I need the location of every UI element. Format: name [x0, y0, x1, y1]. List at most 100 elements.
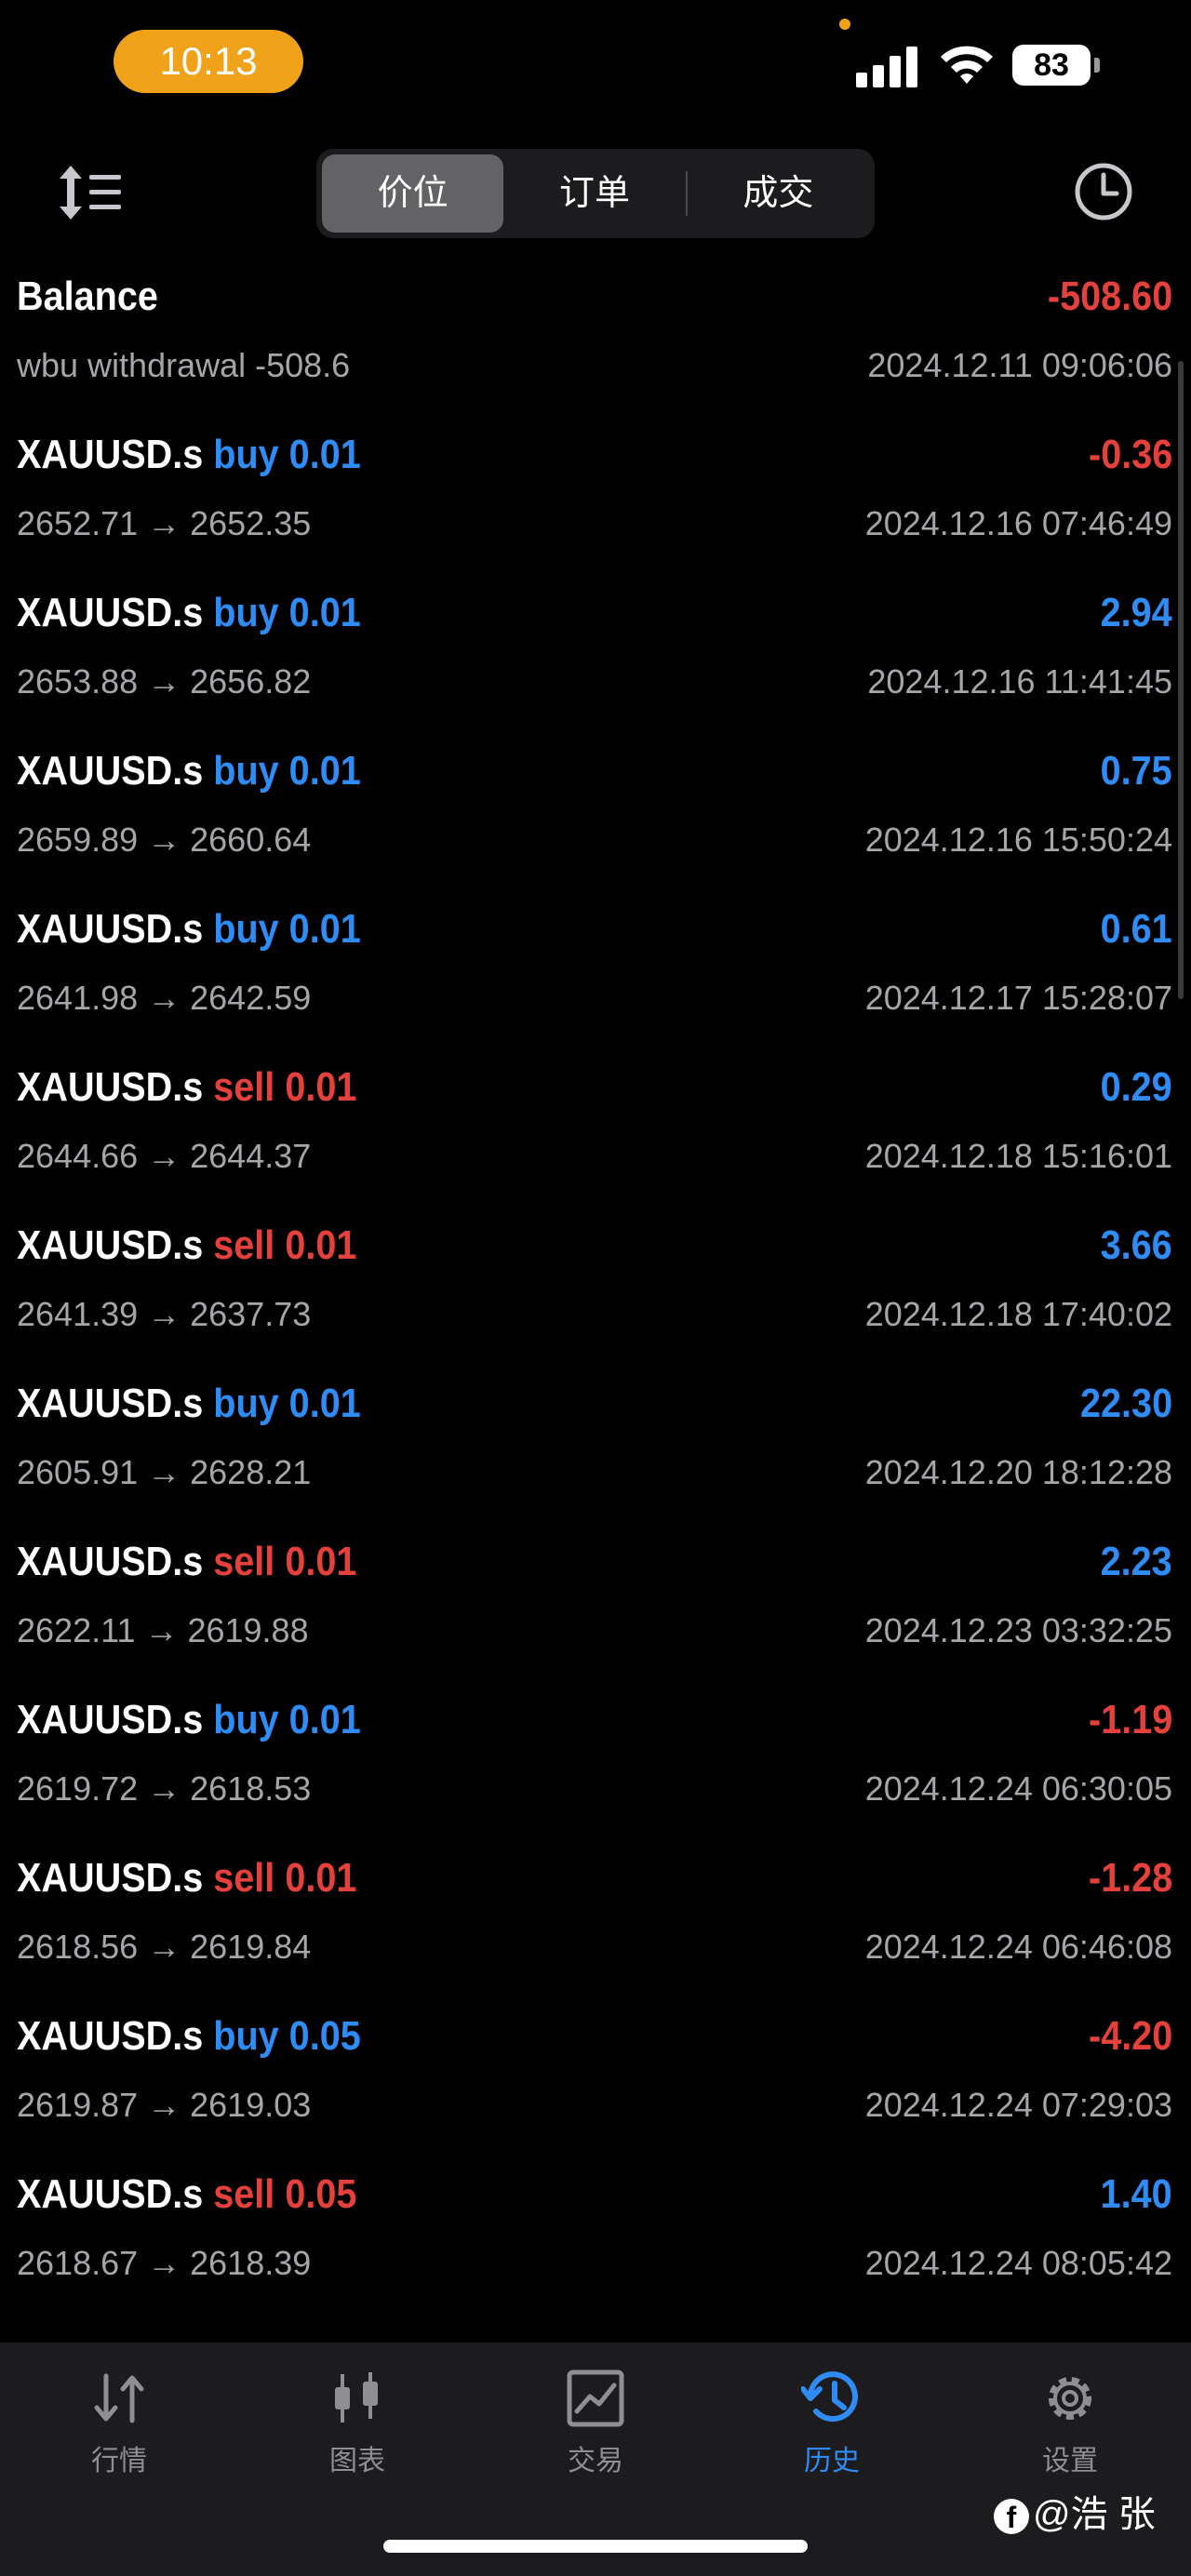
watermark-text: @浩 张 [1033, 2494, 1156, 2535]
scrollbar[interactable] [1178, 361, 1184, 999]
tab-deals[interactable]: 成交 [688, 154, 869, 233]
status-time: 10:13 [114, 30, 303, 93]
balance-row[interactable]: Balance -508.60 wbu withdrawal -508.6 2024.… [0, 270, 1191, 428]
deal-profit: 0.29 [1100, 1064, 1172, 1110]
deal-title: XAUUSD.s sell 0.01 [17, 1539, 356, 1585]
deal-time: 2024.12.18 17:40:02 [864, 1295, 1172, 1333]
deal-side: sell [213, 2171, 275, 2217]
deal-row[interactable]: XAUUSD.s sell 0.05 1.40 2618.67 → 2618.39 2… [0, 2168, 1191, 2326]
deal-title: Balance [17, 274, 158, 320]
clock-icon[interactable] [1072, 160, 1135, 223]
tab-label: 图表 [329, 2446, 385, 2476]
segmented-control: 价位 订单 成交 [316, 149, 875, 238]
deal-symbol: XAUUSD.s [17, 1064, 204, 1110]
deal-detail: 2644.66 → 2644.37 [17, 1137, 312, 1175]
tab-history[interactable]: 历史 [767, 2369, 897, 2478]
deal-side: buy [213, 590, 279, 635]
deal-symbol: XAUUSD.s [17, 432, 204, 477]
deal-profit: 22.30 [1079, 1381, 1172, 1426]
deal-row[interactable]: XAUUSD.s buy 0.01 0.75 2659.89 → 2660.64 20… [0, 744, 1191, 902]
deal-profit: -508.60 [1047, 274, 1172, 319]
deal-title: XAUUSD.s buy 0.01 [17, 590, 361, 636]
deal-side: buy [213, 1697, 279, 1742]
deal-profit: 1.40 [1100, 2171, 1172, 2217]
deal-symbol: XAUUSD.s [17, 1381, 204, 1426]
deal-profit: 0.75 [1100, 748, 1172, 794]
sort-icon[interactable] [56, 162, 125, 223]
deal-row[interactable]: XAUUSD.s buy 0.01 2.94 2653.88 → 2656.82 20… [0, 586, 1191, 744]
deal-detail: wbu withdrawal -508.6 [17, 346, 351, 384]
deal-title: XAUUSD.s buy 0.05 [17, 2013, 361, 2060]
deal-time: 2024.12.20 18:12:28 [864, 1453, 1172, 1491]
deal-row[interactable]: XAUUSD.s sell 0.01 0.29 2644.66 → 2644.37 2… [0, 1061, 1191, 1219]
deal-detail: 2641.98 → 2642.59 [17, 979, 312, 1017]
deal-volume: 0.01 [288, 748, 361, 794]
deal-time: 2024.12.24 08:05:42 [864, 2244, 1172, 2282]
deal-volume: 0.01 [285, 1855, 357, 1901]
deal-row[interactable]: XAUUSD.s buy 0.01 -0.36 2652.71 → 2652.35 2… [0, 428, 1191, 586]
deal-symbol: XAUUSD.s [17, 590, 204, 635]
deal-title: XAUUSD.s buy 0.01 [17, 1381, 361, 1427]
tab-trade[interactable]: 交易 [530, 2369, 661, 2478]
deal-volume: 0.01 [285, 1539, 357, 1584]
facebook-logo-icon: f [994, 2499, 1029, 2535]
deal-symbol: XAUUSD.s [17, 748, 204, 794]
deal-symbol: XAUUSD.s [17, 1855, 204, 1901]
deal-row[interactable]: XAUUSD.s buy 0.01 22.30 2605.91 → 2628.21 2… [0, 1377, 1191, 1535]
deal-side: buy [213, 432, 279, 477]
deal-detail: 2652.71 → 2652.35 [17, 504, 312, 542]
deal-time: 2024.12.16 15:50:24 [864, 821, 1172, 859]
deal-side: sell [213, 1222, 275, 1268]
quotes-arrows-icon [94, 2373, 144, 2423]
deal-symbol: XAUUSD.s [17, 906, 204, 952]
deal-row[interactable]: XAUUSD.s buy 0.01 -1.19 2619.72 → 2618.53 2… [0, 1693, 1191, 1851]
deal-title: XAUUSD.s buy 0.01 [17, 1697, 361, 1743]
tab-orders[interactable]: 订单 [503, 154, 685, 233]
deal-detail: 2653.88 → 2656.82 [17, 662, 312, 701]
deal-detail: 2618.56 → 2619.84 [17, 1928, 312, 1966]
deal-row[interactable]: XAUUSD.s buy 0.05 -4.20 2619.87 → 2619.03 2… [0, 2009, 1191, 2168]
deal-title: XAUUSD.s buy 0.01 [17, 906, 361, 953]
deal-row[interactable]: XAUUSD.s sell 0.01 2.23 2622.11 → 2619.88 2… [0, 1535, 1191, 1693]
wifi-icon [941, 46, 993, 84]
history-list: Balance -508.60 wbu withdrawal -508.6 2024.… [0, 270, 1191, 2326]
deal-time: 2024.12.17 15:28:07 [864, 979, 1172, 1017]
deal-time: 2024.12.24 07:29:03 [864, 2086, 1172, 2124]
tab-label: 历史 [804, 2446, 860, 2476]
deal-time: 2024.12.18 15:16:01 [864, 1137, 1172, 1175]
deal-profit: 2.23 [1100, 1539, 1172, 1584]
deal-time: 2024.12.24 06:30:05 [864, 1769, 1172, 1808]
deal-side: buy [213, 1381, 279, 1426]
deal-row[interactable]: XAUUSD.s sell 0.01 3.66 2641.39 → 2637.73 2… [0, 1219, 1191, 1377]
tab-charts[interactable]: 图表 [292, 2369, 422, 2478]
deal-profit: 2.94 [1100, 590, 1172, 635]
deal-symbol: XAUUSD.s [17, 1222, 204, 1268]
deal-symbol: XAUUSD.s [17, 2013, 204, 2059]
deal-profit: 0.61 [1100, 906, 1172, 952]
deal-volume: 0.01 [288, 590, 361, 635]
deal-symbol: XAUUSD.s [17, 2171, 204, 2217]
tab-positions[interactable]: 价位 [322, 154, 504, 233]
tab-label: 设置 [1042, 2446, 1098, 2476]
deal-time: 2024.12.11 09:06:06 [867, 346, 1172, 384]
deal-row[interactable]: XAUUSD.s buy 0.01 0.61 2641.98 → 2642.59 20… [0, 902, 1191, 1061]
deal-time: 2024.12.24 06:46:08 [864, 1928, 1172, 1966]
deal-detail: 2619.72 → 2618.53 [17, 1769, 312, 1808]
deal-volume: 0.01 [285, 1064, 357, 1110]
deal-volume: 0.01 [288, 906, 361, 952]
deal-profit: -1.19 [1088, 1697, 1172, 1742]
deal-detail: 2659.89 → 2660.64 [17, 821, 312, 859]
deal-title: XAUUSD.s buy 0.01 [17, 748, 361, 794]
deal-detail: 2622.11 → 2619.88 [17, 1611, 309, 1649]
deal-side: sell [213, 1855, 275, 1901]
deal-time: 2024.12.16 07:46:49 [864, 504, 1172, 542]
tab-settings[interactable]: 设置 [1005, 2369, 1135, 2478]
deal-detail: 2619.87 → 2619.03 [17, 2086, 312, 2124]
deal-detail: 2618.67 → 2618.39 [17, 2244, 312, 2282]
home-indicator[interactable] [383, 2540, 808, 2553]
tab-quotes[interactable]: 行情 [54, 2369, 184, 2478]
deal-row[interactable]: XAUUSD.s sell 0.01 -1.28 2618.56 → 2619.84… [0, 1851, 1191, 2009]
status-bar: 10:13 83 [0, 0, 1191, 130]
deal-side: buy [213, 2013, 279, 2059]
deal-symbol: XAUUSD.s [17, 1539, 204, 1584]
